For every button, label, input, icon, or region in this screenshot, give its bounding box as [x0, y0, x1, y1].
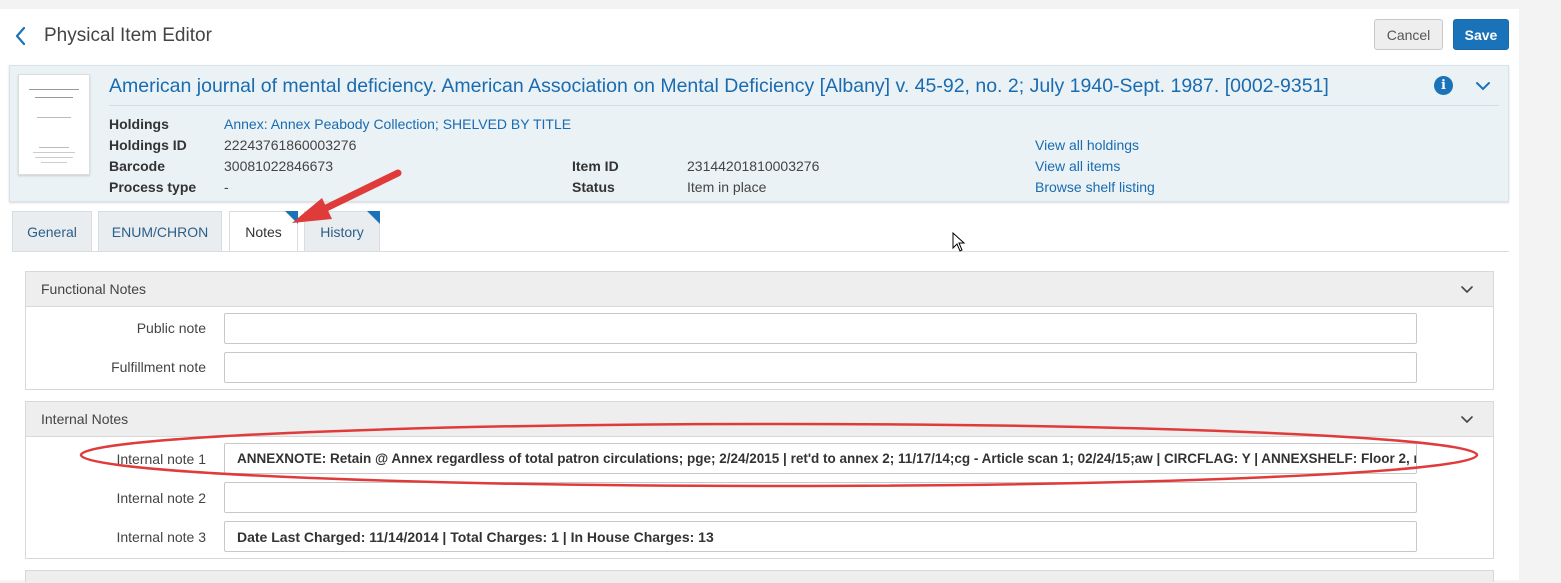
top-bar: Physical Item Editor Cancel Save — [0, 9, 1519, 63]
section-header[interactable]: Internal Notes — [26, 402, 1493, 437]
tab-notes[interactable]: Notes — [229, 211, 298, 252]
public-note-label: Public note — [136, 320, 206, 336]
item-id-value: 23144201810003276 — [687, 158, 820, 174]
chevron-down-icon[interactable] — [1459, 412, 1475, 428]
fulfillment-note-label: Fulfillment note — [111, 359, 206, 375]
modified-indicator — [285, 211, 298, 224]
tab-general[interactable]: General — [12, 211, 92, 251]
holdings-id-value: 22243761860003276 — [224, 137, 357, 153]
status-label: Status — [572, 179, 615, 195]
divider — [109, 105, 1499, 106]
internal-note-2-label: Internal note 2 — [116, 490, 206, 506]
internal-note-3-label: Internal note 3 — [116, 529, 206, 545]
tab-label: ENUM/CHRON — [111, 224, 209, 240]
tab-label: Notes — [245, 224, 282, 240]
page-title: Physical Item Editor — [44, 25, 212, 46]
section-title: Functional Notes — [41, 281, 147, 297]
browse-shelf-listing-link[interactable]: Browse shelf listing — [1035, 179, 1155, 195]
functional-notes-section: Functional Notes Public note Fulfillment… — [25, 271, 1494, 390]
process-type-label: Process type — [109, 179, 197, 195]
process-type-value: - — [224, 179, 229, 195]
back-arrow-icon[interactable] — [10, 23, 32, 49]
item-id-label: Item ID — [572, 158, 619, 174]
mouse-cursor-icon — [952, 231, 966, 257]
barcode-label: Barcode — [109, 158, 166, 174]
internal-note-1-label: Internal note 1 — [116, 451, 206, 467]
holdings-label: Holdings — [109, 116, 169, 132]
tab-label: General — [27, 224, 77, 240]
internal-note-1-field[interactable]: ANNEXNOTE: Retain @ Annex regardless of … — [224, 443, 1417, 474]
next-section — [25, 570, 1494, 583]
cancel-button[interactable]: Cancel — [1374, 19, 1443, 50]
record-title-link[interactable]: American journal of mental deficiency. A… — [109, 75, 1329, 98]
chevron-down-icon[interactable] — [1459, 282, 1475, 298]
barcode-value: 30081022846673 — [224, 158, 334, 174]
modified-indicator — [367, 211, 380, 224]
public-note-field[interactable] — [224, 313, 1417, 344]
fulfillment-note-field[interactable] — [224, 352, 1417, 383]
internal-notes-section: Internal Notes Internal note 1 ANNEXNOTE… — [25, 401, 1494, 559]
cover-thumbnail — [18, 74, 90, 175]
internal-note-2-field[interactable] — [224, 482, 1417, 513]
chevron-down-icon[interactable] — [1474, 77, 1492, 95]
tab-enum-chron[interactable]: ENUM/CHRON — [98, 211, 222, 251]
view-all-items-link[interactable]: View all items — [1035, 158, 1120, 174]
save-button[interactable]: Save — [1453, 19, 1509, 50]
divider — [12, 251, 1509, 252]
tab-label: History — [320, 224, 364, 240]
section-header[interactable]: Functional Notes — [26, 272, 1493, 307]
tab-history[interactable]: History — [304, 211, 380, 251]
internal-note-3-field[interactable]: Date Last Charged: 11/14/2014 | Total Ch… — [224, 521, 1417, 552]
view-all-holdings-link[interactable]: View all holdings — [1035, 137, 1139, 153]
section-title: Internal Notes — [41, 411, 129, 427]
record-summary: American journal of mental deficiency. A… — [9, 65, 1509, 202]
holdings-id-label: Holdings ID — [109, 137, 187, 153]
info-icon[interactable]: i — [1434, 76, 1453, 95]
holdings-link[interactable]: Annex: Annex Peabody Collection; SHELVED… — [224, 116, 571, 132]
status-value: Item in place — [687, 179, 767, 195]
